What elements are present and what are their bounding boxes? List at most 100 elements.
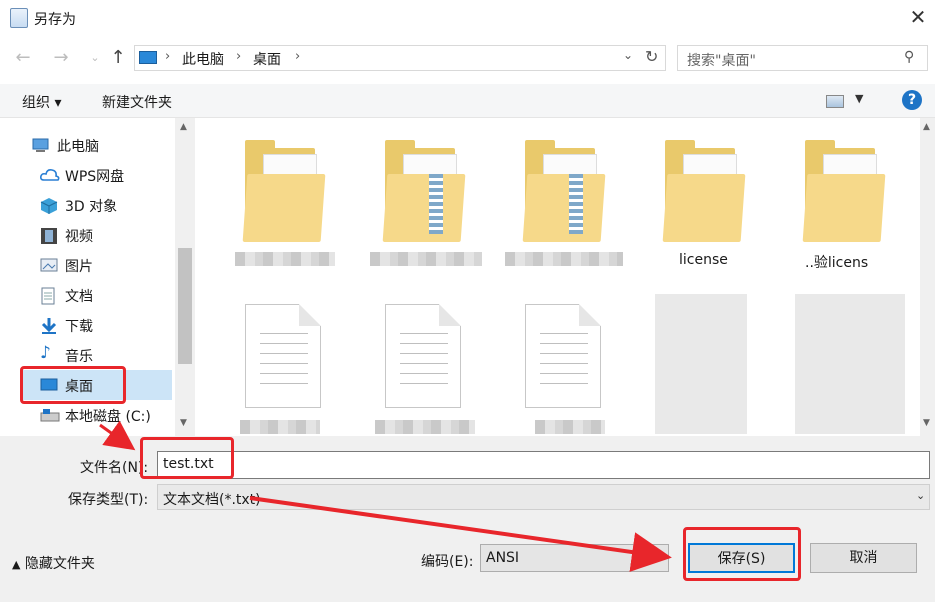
sidebar-item-local-disk-c[interactable]: 本地磁盘 (C:) xyxy=(22,400,172,430)
desktop-icon xyxy=(40,377,58,393)
file-item-text[interactable] xyxy=(235,304,365,436)
text-file-icon xyxy=(385,304,461,408)
file-item-text[interactable] xyxy=(515,304,645,436)
file-item-folder[interactable] xyxy=(235,140,365,290)
blurred-name xyxy=(535,420,605,434)
chevron-down-icon[interactable]: ⌄ xyxy=(651,551,660,564)
scroll-up-icon[interactable]: ▲ xyxy=(180,122,187,132)
hide-folders-toggle[interactable]: ▲ 隐藏文件夹 xyxy=(12,553,95,573)
breadcrumb-desktop[interactable]: 桌面 xyxy=(253,49,281,69)
folder-icon xyxy=(522,140,609,250)
sidebar-scrollbar[interactable]: ▲ ▼ xyxy=(175,118,195,436)
sidebar-item-videos[interactable]: 视频 xyxy=(22,220,172,250)
file-item-blurred[interactable] xyxy=(795,294,920,436)
address-bar[interactable]: › 此电脑 › 桌面 › ⌄ ↻ xyxy=(134,45,666,71)
sidebar-item-desktop[interactable]: 桌面 xyxy=(22,370,172,400)
cancel-button[interactable]: 取消 xyxy=(810,543,917,573)
music-note-icon: ♪ xyxy=(40,343,51,363)
breadcrumb-this-pc[interactable]: 此电脑 xyxy=(182,49,224,69)
view-options-icon[interactable] xyxy=(826,95,844,108)
cloud-icon xyxy=(40,167,60,183)
blurred-name xyxy=(505,252,623,266)
sidebar-item-label: 图片 xyxy=(65,259,93,275)
sidebar-item-label: 音乐 xyxy=(65,349,93,365)
address-dropdown-icon[interactable]: ⌄ xyxy=(623,48,633,62)
file-item-folder[interactable]: ..验licens xyxy=(795,140,920,290)
folder-icon xyxy=(242,140,329,250)
sidebar-item-music[interactable]: ♪ 音乐 xyxy=(22,340,172,370)
help-icon[interactable]: ? xyxy=(902,90,922,110)
computer-icon xyxy=(32,137,50,153)
sidebar-item-label: WPS网盘 xyxy=(65,169,125,185)
chevron-down-icon[interactable]: ⌄ xyxy=(84,48,106,70)
text-file-icon xyxy=(525,304,601,408)
breadcrumb-separator-icon: › xyxy=(236,49,242,64)
filetype-value: 文本文档(*.txt) xyxy=(163,492,261,508)
view-dropdown-icon[interactable]: ▼ xyxy=(855,92,863,105)
file-item-folder[interactable] xyxy=(370,140,505,290)
scroll-up-icon[interactable]: ▲ xyxy=(923,122,930,132)
computer-icon xyxy=(139,51,157,64)
file-list-scrollbar[interactable]: ▲ ▼ xyxy=(920,118,935,436)
sidebar-item-downloads[interactable]: 下载 xyxy=(22,310,172,340)
chevron-up-icon: ▲ xyxy=(12,558,21,571)
save-as-dialog: 另存为 ✕ ← → ⌄ ↑ › 此电脑 › 桌面 › ⌄ ↻ 搜索"桌面" ⚲ … xyxy=(0,0,935,602)
sidebar-item-label: 桌面 xyxy=(65,379,93,395)
file-item-folder[interactable] xyxy=(505,140,645,290)
organize-button[interactable]: 组织 ▾ xyxy=(22,92,61,112)
notepad-icon xyxy=(10,8,28,28)
search-box[interactable]: 搜索"桌面" ⚲ xyxy=(677,45,928,71)
filename-field[interactable]: test.txt xyxy=(157,451,930,479)
picture-icon xyxy=(40,257,58,273)
file-item-folder-license[interactable]: license xyxy=(655,140,785,290)
encoding-select[interactable]: ANSI ⌄ xyxy=(480,544,669,572)
text-file-icon xyxy=(245,304,321,408)
filename-label: 文件名(N): xyxy=(80,460,149,476)
scroll-down-icon[interactable]: ▼ xyxy=(180,418,187,428)
breadcrumb-separator-icon: › xyxy=(295,49,301,64)
sidebar-item-wps-cloud[interactable]: WPS网盘 xyxy=(22,160,172,190)
sidebar-item-pictures[interactable]: 图片 xyxy=(22,250,172,280)
file-list: license ..验licens xyxy=(195,118,920,436)
refresh-icon[interactable]: ↻ xyxy=(645,47,658,66)
sidebar-item-3d-objects[interactable]: 3D 对象 xyxy=(22,190,172,220)
save-button[interactable]: 保存(S) xyxy=(688,543,795,573)
filename-value[interactable]: test.txt xyxy=(163,456,214,472)
film-icon xyxy=(40,227,58,244)
file-item-text[interactable] xyxy=(375,304,505,436)
encoding-value: ANSI xyxy=(486,550,520,566)
sidebar-item-this-pc[interactable]: 此电脑 xyxy=(14,130,164,160)
file-item-blurred[interactable] xyxy=(655,294,785,436)
filetype-label: 保存类型(T): xyxy=(68,492,149,508)
forward-arrow-icon[interactable]: → xyxy=(50,48,72,70)
search-input[interactable]: 搜索"桌面" xyxy=(687,50,756,70)
filetype-select[interactable]: 文本文档(*.txt) ⌄ xyxy=(157,484,930,510)
sidebar-item-label: 本地磁盘 (C:) xyxy=(65,409,151,425)
file-name: ..验licens xyxy=(805,255,869,271)
search-icon[interactable]: ⚲ xyxy=(904,49,914,65)
sidebar-item-documents[interactable]: 文档 xyxy=(22,280,172,310)
chevron-down-icon[interactable]: ⌄ xyxy=(916,489,925,502)
breadcrumb-separator-icon: › xyxy=(165,49,171,64)
command-bar: 组织 ▾ 新建文件夹 ▼ ? xyxy=(0,84,935,118)
scroll-down-icon[interactable]: ▼ xyxy=(923,418,930,428)
document-icon xyxy=(40,287,58,305)
up-arrow-icon[interactable]: ↑ xyxy=(107,48,129,70)
encoding-label: 编码(E): xyxy=(421,554,474,570)
folder-icon xyxy=(802,140,889,250)
sidebar-item-label: 下载 xyxy=(65,319,93,335)
hide-folders-label: 隐藏文件夹 xyxy=(24,556,95,572)
window-title: 另存为 xyxy=(34,12,76,28)
back-arrow-icon[interactable]: ← xyxy=(12,48,34,70)
blurred-thumbnail xyxy=(655,294,747,434)
sidebar-item-label: 文档 xyxy=(65,289,93,305)
sidebar-item-label: 此电脑 xyxy=(57,139,99,155)
scrollbar-thumb[interactable] xyxy=(178,248,192,364)
close-button[interactable]: ✕ xyxy=(905,5,931,31)
title-bar: 另存为 ✕ xyxy=(0,0,935,36)
folder-icon xyxy=(382,140,469,250)
new-folder-button[interactable]: 新建文件夹 xyxy=(102,92,172,112)
blurred-thumbnail xyxy=(795,294,905,434)
cube-icon xyxy=(40,197,58,214)
blurred-name xyxy=(375,420,475,434)
